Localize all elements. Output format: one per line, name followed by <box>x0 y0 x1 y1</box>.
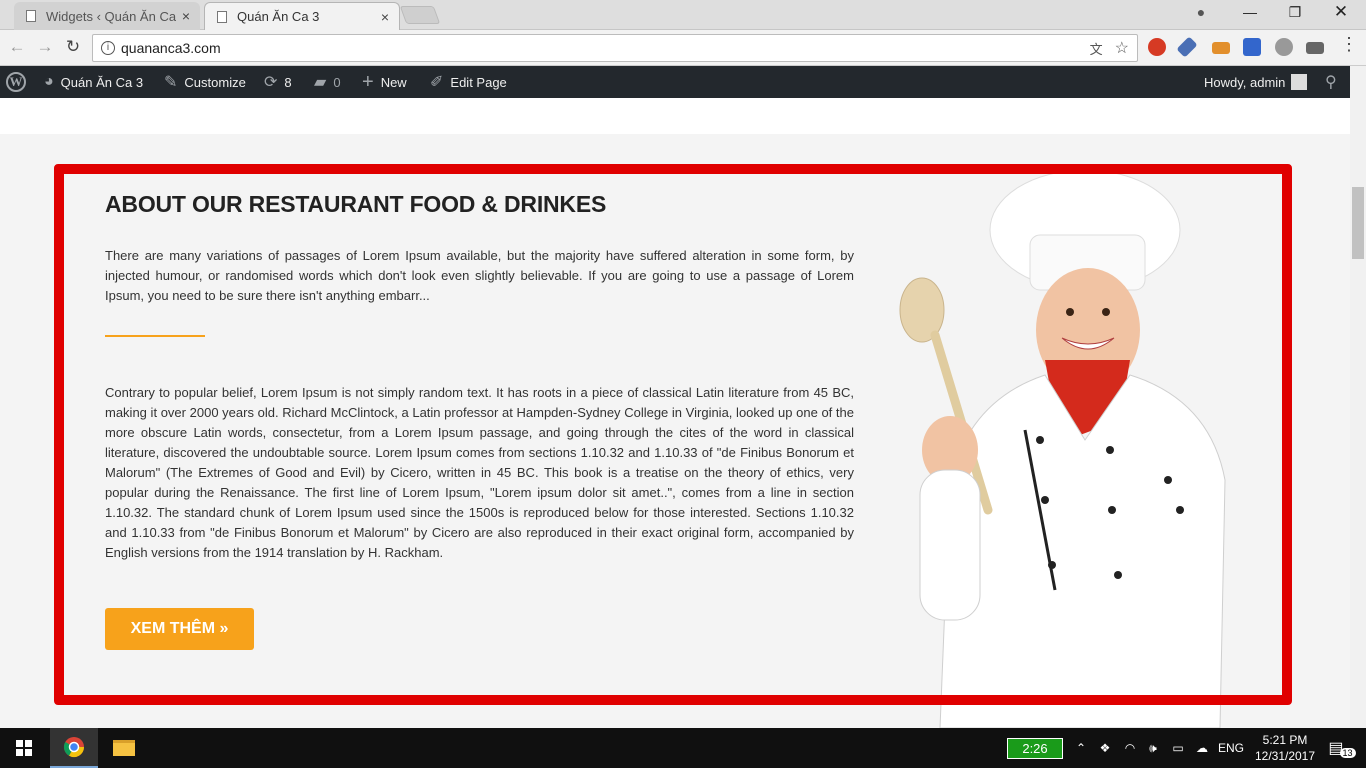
clock[interactable]: 5:21 PM 12/31/2017 <box>1250 728 1320 768</box>
document-icon <box>217 10 227 23</box>
edit-page-link[interactable]: ✐ Edit Page <box>430 66 507 98</box>
document-icon <box>26 10 36 22</box>
intro-paragraph: There are many variations of passages of… <box>105 248 854 303</box>
profile-icon[interactable]: ● <box>1186 4 1216 20</box>
new-content-link[interactable]: + New <box>362 66 407 98</box>
language-indicator[interactable]: ENG <box>1216 728 1246 768</box>
chevron-up-icon[interactable]: ⌃ <box>1071 728 1091 768</box>
scrollbar-thumb[interactable] <box>1352 187 1364 259</box>
dashboard-icon: ◕ <box>44 73 54 90</box>
extension-icon[interactable] <box>1212 42 1230 54</box>
close-window-button[interactable]: ✕ <box>1326 2 1356 22</box>
section-heading: ABOUT OUR RESTAURANT FOOD & DRINKES <box>105 191 607 217</box>
tab-widgets[interactable]: Widgets ‹ Quán Ăn Ca 3 ‹ × <box>14 2 200 30</box>
address-bar[interactable]: i quananca3.com 文 ☆ <box>92 34 1138 62</box>
edit-page-label: Edit Page <box>450 74 507 90</box>
plus-icon: + <box>362 70 374 93</box>
close-tab-icon[interactable]: × <box>182 8 190 24</box>
tab-title: Quán Ăn Ca 3 <box>237 9 320 24</box>
body-paragraph: Contrary to popular belief, Lorem Ipsum … <box>105 385 854 560</box>
extension-icon[interactable] <box>1275 38 1293 56</box>
bookmark-star-icon[interactable]: ☆ <box>1115 38 1129 58</box>
heading-divider <box>105 335 205 337</box>
search-icon[interactable]: ⚲ <box>1325 66 1337 98</box>
reload-button[interactable]: ↻ <box>62 37 84 57</box>
updates-icon: ⟳ <box>264 74 278 91</box>
chrome-taskbar-icon[interactable] <box>50 728 98 768</box>
maximize-button[interactable]: ❐ <box>1280 4 1310 21</box>
file-explorer-icon[interactable] <box>100 728 148 768</box>
clock-time: 5:21 PM <box>1262 733 1308 747</box>
wordpress-logo-icon[interactable]: W <box>6 66 26 98</box>
browser-toolbar: ← → ↻ i quananca3.com 文 ☆ ⋮ <box>0 30 1366 66</box>
site-name-link[interactable]: ◕ Quán Ăn Ca 3 <box>44 66 143 98</box>
battery-timer-text: 2:26 <box>1007 737 1063 759</box>
customize-link[interactable]: ✎ Customize <box>164 66 246 98</box>
avatar <box>1291 74 1308 90</box>
minimize-button[interactable]: — <box>1235 4 1265 20</box>
dropbox-icon[interactable]: ❖ <box>1096 728 1114 768</box>
pencil-icon: ✐ <box>430 74 444 91</box>
cloud-upload-icon[interactable]: ☁ <box>1191 728 1213 768</box>
eyedropper-extension-icon[interactable] <box>1176 36 1198 58</box>
battery-timer-widget[interactable]: 2:26 <box>1007 728 1063 768</box>
cast-icon[interactable] <box>1306 42 1324 54</box>
windows-taskbar: 2:26 ⌃ ❖ ◠ 🕪 ▭ ☁ ENG 5:21 PM 12/31/2017 … <box>0 728 1366 768</box>
new-tab-button[interactable] <box>399 6 441 24</box>
notification-center-icon[interactable]: ▤ 13 <box>1322 728 1362 768</box>
site-info-icon[interactable]: i <box>101 41 115 55</box>
comment-icon: ▰ <box>314 74 327 91</box>
page-top-strip <box>0 98 1350 134</box>
page-scrollbar[interactable] <box>1350 66 1366 728</box>
back-button[interactable]: ← <box>6 37 28 57</box>
chrome-menu-icon[interactable]: ⋮ <box>1340 34 1358 54</box>
updates-link[interactable]: ⟳ 8 <box>264 66 292 98</box>
browser-tab-strip: Widgets ‹ Quán Ăn Ca 3 ‹ × Quán Ăn Ca 3 … <box>0 0 1366 30</box>
close-tab-icon[interactable]: × <box>381 9 389 25</box>
customize-label: Customize <box>184 74 246 90</box>
url-text: quananca3.com <box>121 40 221 56</box>
wifi-icon[interactable]: ◠ <box>1120 728 1140 768</box>
comments-count: 0 <box>333 74 341 90</box>
paintbrush-icon: ✎ <box>164 74 178 91</box>
extension-icon[interactable] <box>1148 38 1166 56</box>
new-label: New <box>380 74 407 90</box>
comments-link[interactable]: ▰ 0 <box>314 66 341 98</box>
howdy-label: Howdy, admin <box>1204 74 1286 90</box>
read-more-button[interactable]: XEM THÊM » <box>105 608 254 650</box>
volume-icon[interactable]: 🕪 <box>1143 728 1163 768</box>
clock-date: 12/31/2017 <box>1254 749 1316 763</box>
extension-icon[interactable] <box>1243 38 1261 56</box>
wp-admin-bar: W ◕ Quán Ăn Ca 3 ✎ Customize ⟳ 8 ▰ 0 + N… <box>0 66 1366 98</box>
updates-count: 8 <box>284 74 292 90</box>
battery-icon[interactable]: ▭ <box>1167 728 1189 768</box>
notification-count: 13 <box>1339 748 1356 758</box>
my-account-link[interactable]: Howdy, admin <box>1204 66 1308 98</box>
tab-title: Widgets ‹ Quán Ăn Ca 3 ‹ <box>46 8 176 24</box>
forward-button[interactable]: → <box>34 37 56 57</box>
site-name-label: Quán Ăn Ca 3 <box>60 74 144 90</box>
translate-icon[interactable]: 文 <box>1090 39 1103 58</box>
tab-quan-an-ca-3[interactable]: Quán Ăn Ca 3 × <box>204 2 400 30</box>
windows-start-icon[interactable] <box>0 728 48 768</box>
